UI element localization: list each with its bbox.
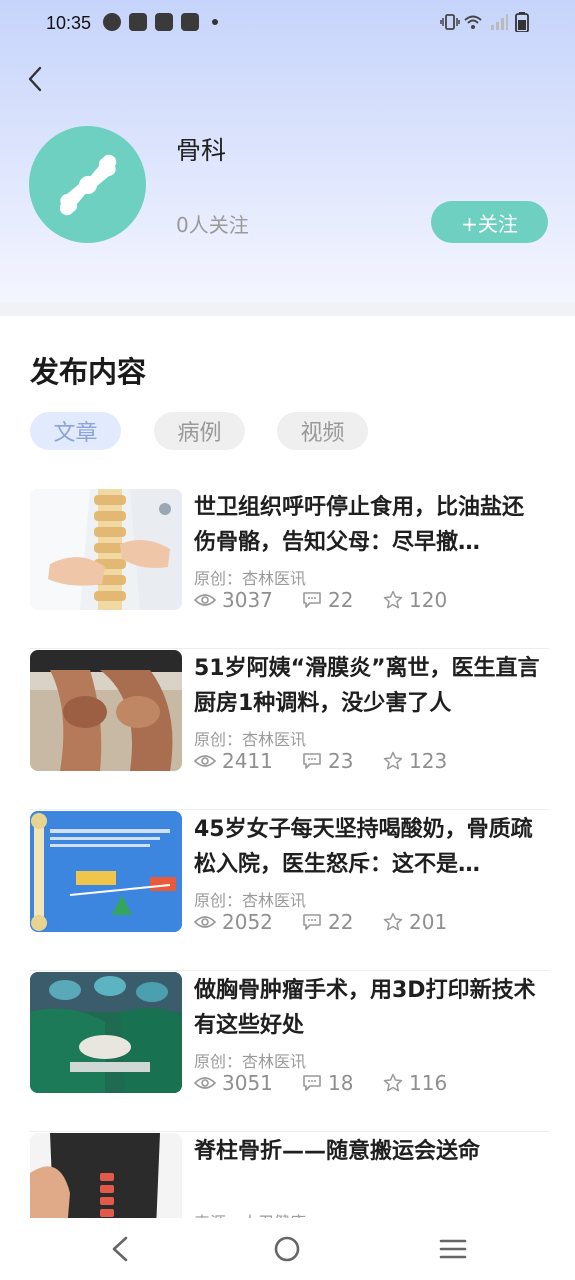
- article-list: 世卫组织呼吁停止食用，比油盐还伤骨骼，告知父母：尽早撤… 原创：杏林医讯 303…: [30, 488, 549, 1218]
- notification-app-icon: [103, 13, 121, 31]
- article-title[interactable]: 脊柱骨折——随意搬运会送命: [194, 1134, 544, 1169]
- follow-button[interactable]: +关注: [431, 201, 548, 243]
- comments-count: 18: [328, 1071, 354, 1095]
- section-divider: [0, 302, 575, 316]
- osteoporosis-diagram: [30, 811, 182, 932]
- article-source: 原创：杏林医讯: [194, 891, 307, 910]
- comment-icon: [303, 914, 321, 930]
- views-count: 2052: [222, 910, 273, 934]
- views-count: 3037: [222, 588, 273, 612]
- vibrate-icon: [440, 14, 460, 30]
- follower-count: 0人关注: [176, 213, 249, 237]
- eye-icon: [194, 916, 216, 928]
- favorites-count: 116: [409, 1071, 448, 1095]
- list-item[interactable]: 脊柱骨折——随意搬运会送命 来源：人卫健康: [30, 1132, 549, 1218]
- article-title[interactable]: 做胸骨肿瘤手术，用3D打印新技术有这些好处: [194, 973, 544, 1043]
- list-item[interactable]: 世卫组织呼吁停止食用，比油盐还伤骨骼，告知父母：尽早撤… 原创：杏林医讯 303…: [30, 488, 549, 649]
- knee-pain-photo: [30, 650, 182, 771]
- star-icon: [383, 751, 403, 770]
- views-count: 2411: [222, 749, 273, 773]
- mail-icon: [129, 13, 147, 31]
- comments-count: 22: [328, 588, 354, 612]
- star-icon: [383, 590, 403, 609]
- article-source: 原创：杏林医讯: [194, 1052, 307, 1071]
- wifi-icon: [464, 15, 482, 29]
- mail-icon: [181, 13, 199, 31]
- comment-icon: [303, 1075, 321, 1091]
- more-dot-icon: [212, 19, 218, 25]
- system-nav-bar: [0, 1218, 575, 1280]
- back-button[interactable]: [22, 64, 52, 94]
- tab-articles[interactable]: 文章: [30, 412, 121, 450]
- tab-cases[interactable]: 病例: [154, 412, 245, 450]
- comment-icon: [303, 592, 321, 608]
- status-bar: 10:35: [0, 0, 575, 48]
- favorites-stat: 201: [383, 909, 447, 935]
- eye-icon: [194, 755, 216, 767]
- signal-icon: [491, 14, 508, 30]
- list-item[interactable]: 做胸骨肿瘤手术，用3D打印新技术有这些好处 原创：杏林医讯 3051 18 11…: [30, 971, 549, 1132]
- article-source: 原创：杏林医讯: [194, 730, 307, 749]
- home-circle-icon[interactable]: [270, 1232, 304, 1266]
- article-source: 原创：杏林医讯: [194, 569, 307, 588]
- article-title[interactable]: 51岁阿姨“滑膜炎”离世，医生直言厨房1种调料，没少害了人: [194, 651, 544, 721]
- chevron-left-icon: [28, 66, 42, 92]
- comment-icon: [303, 753, 321, 769]
- favorites-stat: 116: [383, 1070, 447, 1096]
- views-count: 3051: [222, 1071, 273, 1095]
- back-triangle-icon[interactable]: [104, 1232, 138, 1266]
- favorites-count: 123: [409, 749, 448, 773]
- tab-videos[interactable]: 视频: [277, 412, 368, 450]
- favorites-stat: 123: [383, 748, 447, 774]
- bone-joint-icon: [59, 154, 116, 215]
- views-stat: 2411: [194, 748, 273, 774]
- list-item[interactable]: 45岁女子每天坚持喝酸奶，骨质疏松入院，医生怒斥：这不是… 原创：杏林医讯 20…: [30, 810, 549, 971]
- comments-stat: 23: [302, 748, 353, 774]
- article-title[interactable]: 45岁女子每天坚持喝酸奶，骨质疏松入院，医生怒斥：这不是…: [194, 812, 544, 882]
- star-icon: [383, 912, 403, 931]
- favorites-count: 120: [409, 588, 448, 612]
- favorites-stat: 120: [383, 587, 447, 613]
- spine-model-photo: [30, 489, 182, 610]
- section-title: 发布内容: [30, 355, 147, 389]
- article-title[interactable]: 世卫组织呼吁停止食用，比油盐还伤骨骼，告知父母：尽早撤…: [194, 490, 544, 560]
- eye-icon: [194, 594, 216, 606]
- favorites-count: 201: [409, 910, 448, 934]
- comments-stat: 22: [302, 909, 353, 935]
- star-icon: [383, 1073, 403, 1092]
- battery-icon: [515, 12, 529, 32]
- comments-stat: 22: [302, 587, 353, 613]
- surgery-photo: [30, 972, 182, 1093]
- comments-stat: 18: [302, 1070, 353, 1096]
- comments-count: 22: [328, 910, 354, 934]
- views-stat: 3051: [194, 1070, 273, 1096]
- mail-icon: [155, 13, 173, 31]
- department-avatar: [29, 126, 146, 243]
- views-stat: 3037: [194, 587, 273, 613]
- department-name: 骨科: [176, 136, 227, 165]
- comments-count: 23: [328, 749, 354, 773]
- eye-icon: [194, 1077, 216, 1089]
- views-stat: 2052: [194, 909, 273, 935]
- spine-back-photo: [30, 1133, 182, 1218]
- menu-lines-icon[interactable]: [436, 1232, 470, 1266]
- status-time: 10:35: [46, 13, 92, 33]
- list-item[interactable]: 51岁阿姨“滑膜炎”离世，医生直言厨房1种调料，没少害了人 原创：杏林医讯 24…: [30, 649, 549, 810]
- article-source: 来源：人卫健康: [194, 1209, 306, 1218]
